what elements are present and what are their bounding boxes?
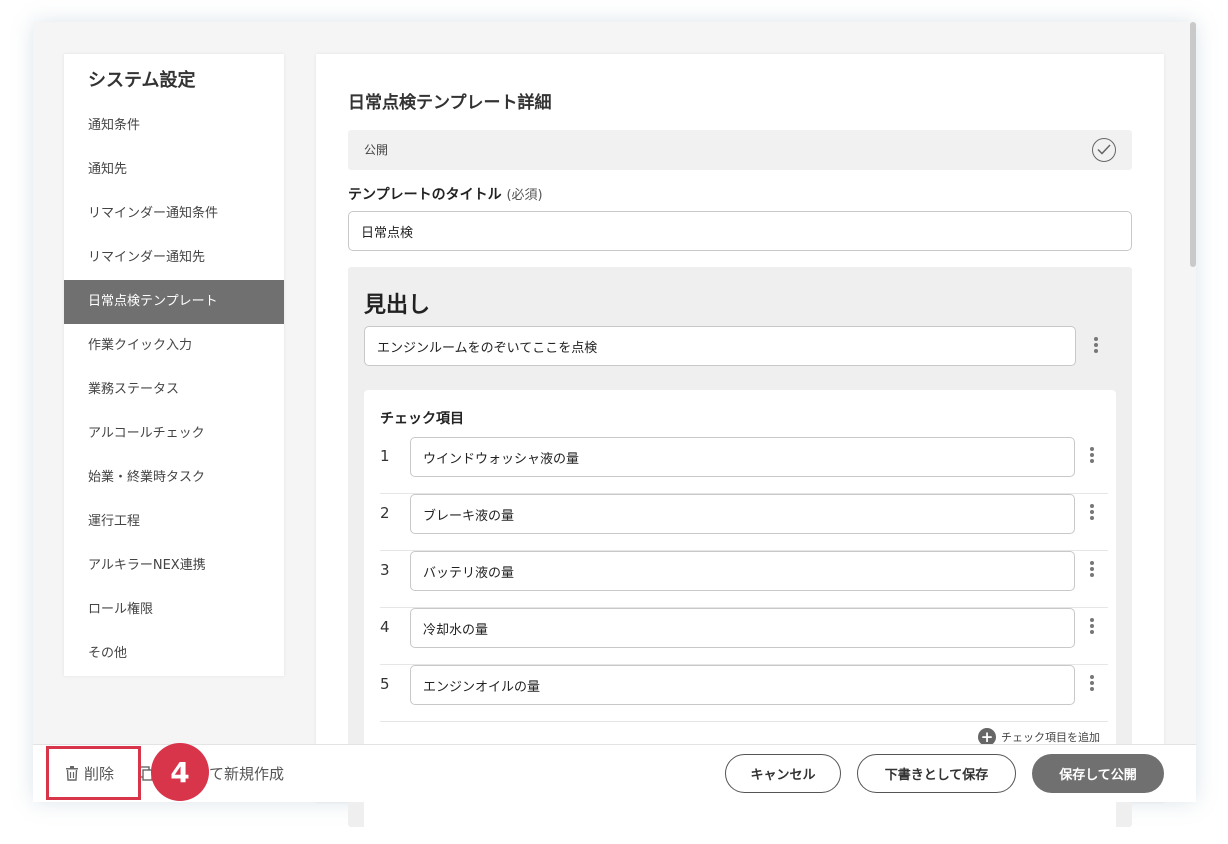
- heading-section: 見出し エンジンルームをのぞいてここを点検 チェック項目 1 ウインドウォッシャ…: [348, 267, 1132, 830]
- copy-new-label: て新規作成: [209, 765, 285, 783]
- settings-sidebar: システム設定 通知条件 通知先 リマインダー通知条件 リマインダー通知先 日常点…: [64, 54, 284, 676]
- page-title: 日常点検テンプレート詳細: [348, 93, 552, 113]
- check-circle-icon[interactable]: [1092, 138, 1116, 162]
- sidebar-item-operation-process[interactable]: 運行工程: [64, 500, 284, 544]
- page-scrollbar[interactable]: [1190, 22, 1196, 267]
- check-item-row: 5 エンジンオイルの量: [380, 665, 1108, 722]
- sidebar-item-work-status[interactable]: 業務ステータス: [64, 368, 284, 412]
- sidebar-item-role-permissions[interactable]: ロール権限: [64, 588, 284, 632]
- check-item-number: 3: [380, 561, 390, 579]
- required-label: (必須): [506, 188, 543, 203]
- sidebar-nav: 通知条件 通知先 リマインダー通知条件 リマインダー通知先 日常点検テンプレート…: [64, 104, 284, 676]
- sidebar-item-reminder-recipients[interactable]: リマインダー通知先: [64, 236, 284, 280]
- sidebar-item-reminder-conditions[interactable]: リマインダー通知条件: [64, 192, 284, 236]
- heading-input[interactable]: エンジンルームをのぞいてここを点検: [364, 326, 1076, 366]
- template-detail-panel: 日常点検テンプレート詳細 公開 テンプレートのタイトル (必須) 日常点検 見出…: [316, 54, 1164, 830]
- public-label: 公開: [364, 143, 389, 157]
- template-title-label-text: テンプレートのタイトル: [348, 187, 502, 203]
- check-item-input[interactable]: バッテリ液の量: [410, 551, 1075, 591]
- check-item-row: 2 ブレーキ液の量: [380, 494, 1108, 551]
- sidebar-item-other[interactable]: その他: [64, 632, 284, 676]
- public-toggle-row[interactable]: 公開: [348, 130, 1132, 170]
- sidebar-item-alkiller-nex[interactable]: アルキラーNEX連携: [64, 544, 284, 588]
- heading-value: エンジンルームをのぞいてここを点検: [377, 340, 598, 356]
- check-item-more-icon[interactable]: [1084, 559, 1100, 583]
- check-item-number: 2: [380, 504, 390, 522]
- template-title-label: テンプレートのタイトル (必須): [348, 184, 543, 204]
- check-item-more-icon[interactable]: [1084, 445, 1100, 469]
- sidebar-item-notification-recipients[interactable]: 通知先: [64, 148, 284, 192]
- template-title-value: 日常点検: [361, 225, 414, 241]
- check-item-more-icon[interactable]: [1084, 502, 1100, 526]
- sidebar-item-shift-tasks[interactable]: 始業・終業時タスク: [64, 456, 284, 500]
- check-item-more-icon[interactable]: [1084, 673, 1100, 697]
- cancel-button[interactable]: キャンセル: [725, 754, 841, 793]
- sidebar-item-alcohol-check[interactable]: アルコールチェック: [64, 412, 284, 456]
- check-item-input[interactable]: ブレーキ液の量: [410, 494, 1075, 534]
- check-item-more-icon[interactable]: [1084, 616, 1100, 640]
- check-item-row: 4 冷却水の量: [380, 608, 1108, 665]
- check-item-value: 冷却水の量: [423, 622, 489, 638]
- heading-label: 見出し: [364, 293, 431, 318]
- check-item-input[interactable]: ウインドウォッシャ液の量: [410, 437, 1075, 477]
- check-item-input[interactable]: 冷却水の量: [410, 608, 1075, 648]
- check-item-value: ウインドウォッシャ液の量: [423, 451, 580, 467]
- sidebar-item-notification-conditions[interactable]: 通知条件: [64, 104, 284, 148]
- add-check-item-label: チェック項目を追加: [1001, 731, 1100, 744]
- check-items-title: チェック項目: [380, 411, 464, 427]
- check-item-input[interactable]: エンジンオイルの量: [410, 665, 1075, 705]
- check-item-value: エンジンオイルの量: [423, 679, 541, 695]
- check-item-value: ブレーキ液の量: [423, 508, 515, 524]
- check-item-number: 4: [380, 618, 390, 636]
- sidebar-item-daily-inspection-template[interactable]: 日常点検テンプレート: [64, 280, 284, 324]
- check-item-row: 1 ウインドウォッシャ液の量: [380, 437, 1108, 494]
- sidebar-title: システム設定: [88, 70, 196, 91]
- sidebar-item-quick-input[interactable]: 作業クイック入力: [64, 324, 284, 368]
- check-item-number: 1: [380, 447, 390, 465]
- save-publish-button[interactable]: 保存して公開: [1032, 754, 1164, 793]
- heading-more-icon[interactable]: [1088, 335, 1104, 359]
- step-badge: 4: [151, 743, 209, 801]
- check-item-row: 3 バッテリ液の量: [380, 551, 1108, 608]
- save-draft-button[interactable]: 下書きとして保存: [857, 754, 1016, 793]
- highlight-box: [46, 746, 141, 800]
- template-title-input[interactable]: 日常点検: [348, 211, 1132, 251]
- check-item-number: 5: [380, 675, 390, 693]
- check-item-value: バッテリ液の量: [423, 565, 515, 581]
